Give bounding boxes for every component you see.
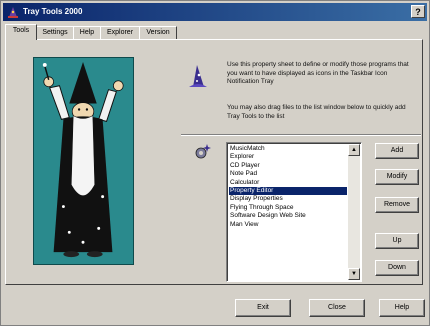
list-scrollbar[interactable]: ▲ ▼ [348,144,360,280]
list-item[interactable]: CD Player [229,162,347,170]
list-item[interactable]: MusicMatch [229,145,347,153]
close-button[interactable]: Close [309,299,365,317]
exit-button[interactable]: Exit [235,299,291,317]
scroll-down-icon[interactable]: ▼ [348,268,360,280]
description-paragraph-1: Use this property sheet to define or mod… [227,61,409,85]
separator-line [181,134,421,136]
list-item[interactable]: Display Properties [229,195,347,203]
list-item[interactable]: Man View [229,221,347,229]
add-button[interactable]: Add [375,143,419,159]
remove-button[interactable]: Remove [375,197,419,213]
wizard-illustration [33,57,134,265]
program-list-items: MusicMatch Explorer CD Player Note Pad C… [229,145,347,229]
modify-button[interactable]: Modify [375,169,419,185]
tab-version[interactable]: Version [139,26,177,39]
wizard-hat-icon [187,63,209,89]
scroll-up-icon[interactable]: ▲ [348,144,360,156]
help-button[interactable]: Help [379,299,425,317]
tab-explorer[interactable]: Explorer [100,26,140,39]
description-paragraph-2: You may also drag files to the list wind… [227,104,406,120]
title-help-button[interactable]: ? [411,5,425,18]
tab-tools[interactable]: Tools [5,24,37,40]
list-item[interactable]: Note Pad [229,170,347,178]
list-item[interactable]: Flying Through Space [229,204,347,212]
tray-tools-window: Tray Tools 2000 ? Tools Settings Help Ex… [0,0,430,326]
program-list[interactable]: MusicMatch Explorer CD Player Note Pad C… [226,142,362,282]
up-button[interactable]: Up [375,233,419,249]
list-item[interactable]: Explorer [229,153,347,161]
tray-wizard-icon [7,6,19,18]
list-item[interactable]: Software Design Web Site [229,212,347,220]
list-item[interactable]: Calculator [229,179,347,187]
tab-settings[interactable]: Settings [36,26,74,39]
window-title: Tray Tools 2000 [23,7,83,16]
tab-help[interactable]: Help [73,26,101,39]
gear-sparkle-icon [192,142,212,162]
list-item-selected[interactable]: Property Editor [229,186,347,196]
down-button[interactable]: Down [375,260,419,276]
title-bar[interactable]: Tray Tools 2000 ? [3,3,427,21]
